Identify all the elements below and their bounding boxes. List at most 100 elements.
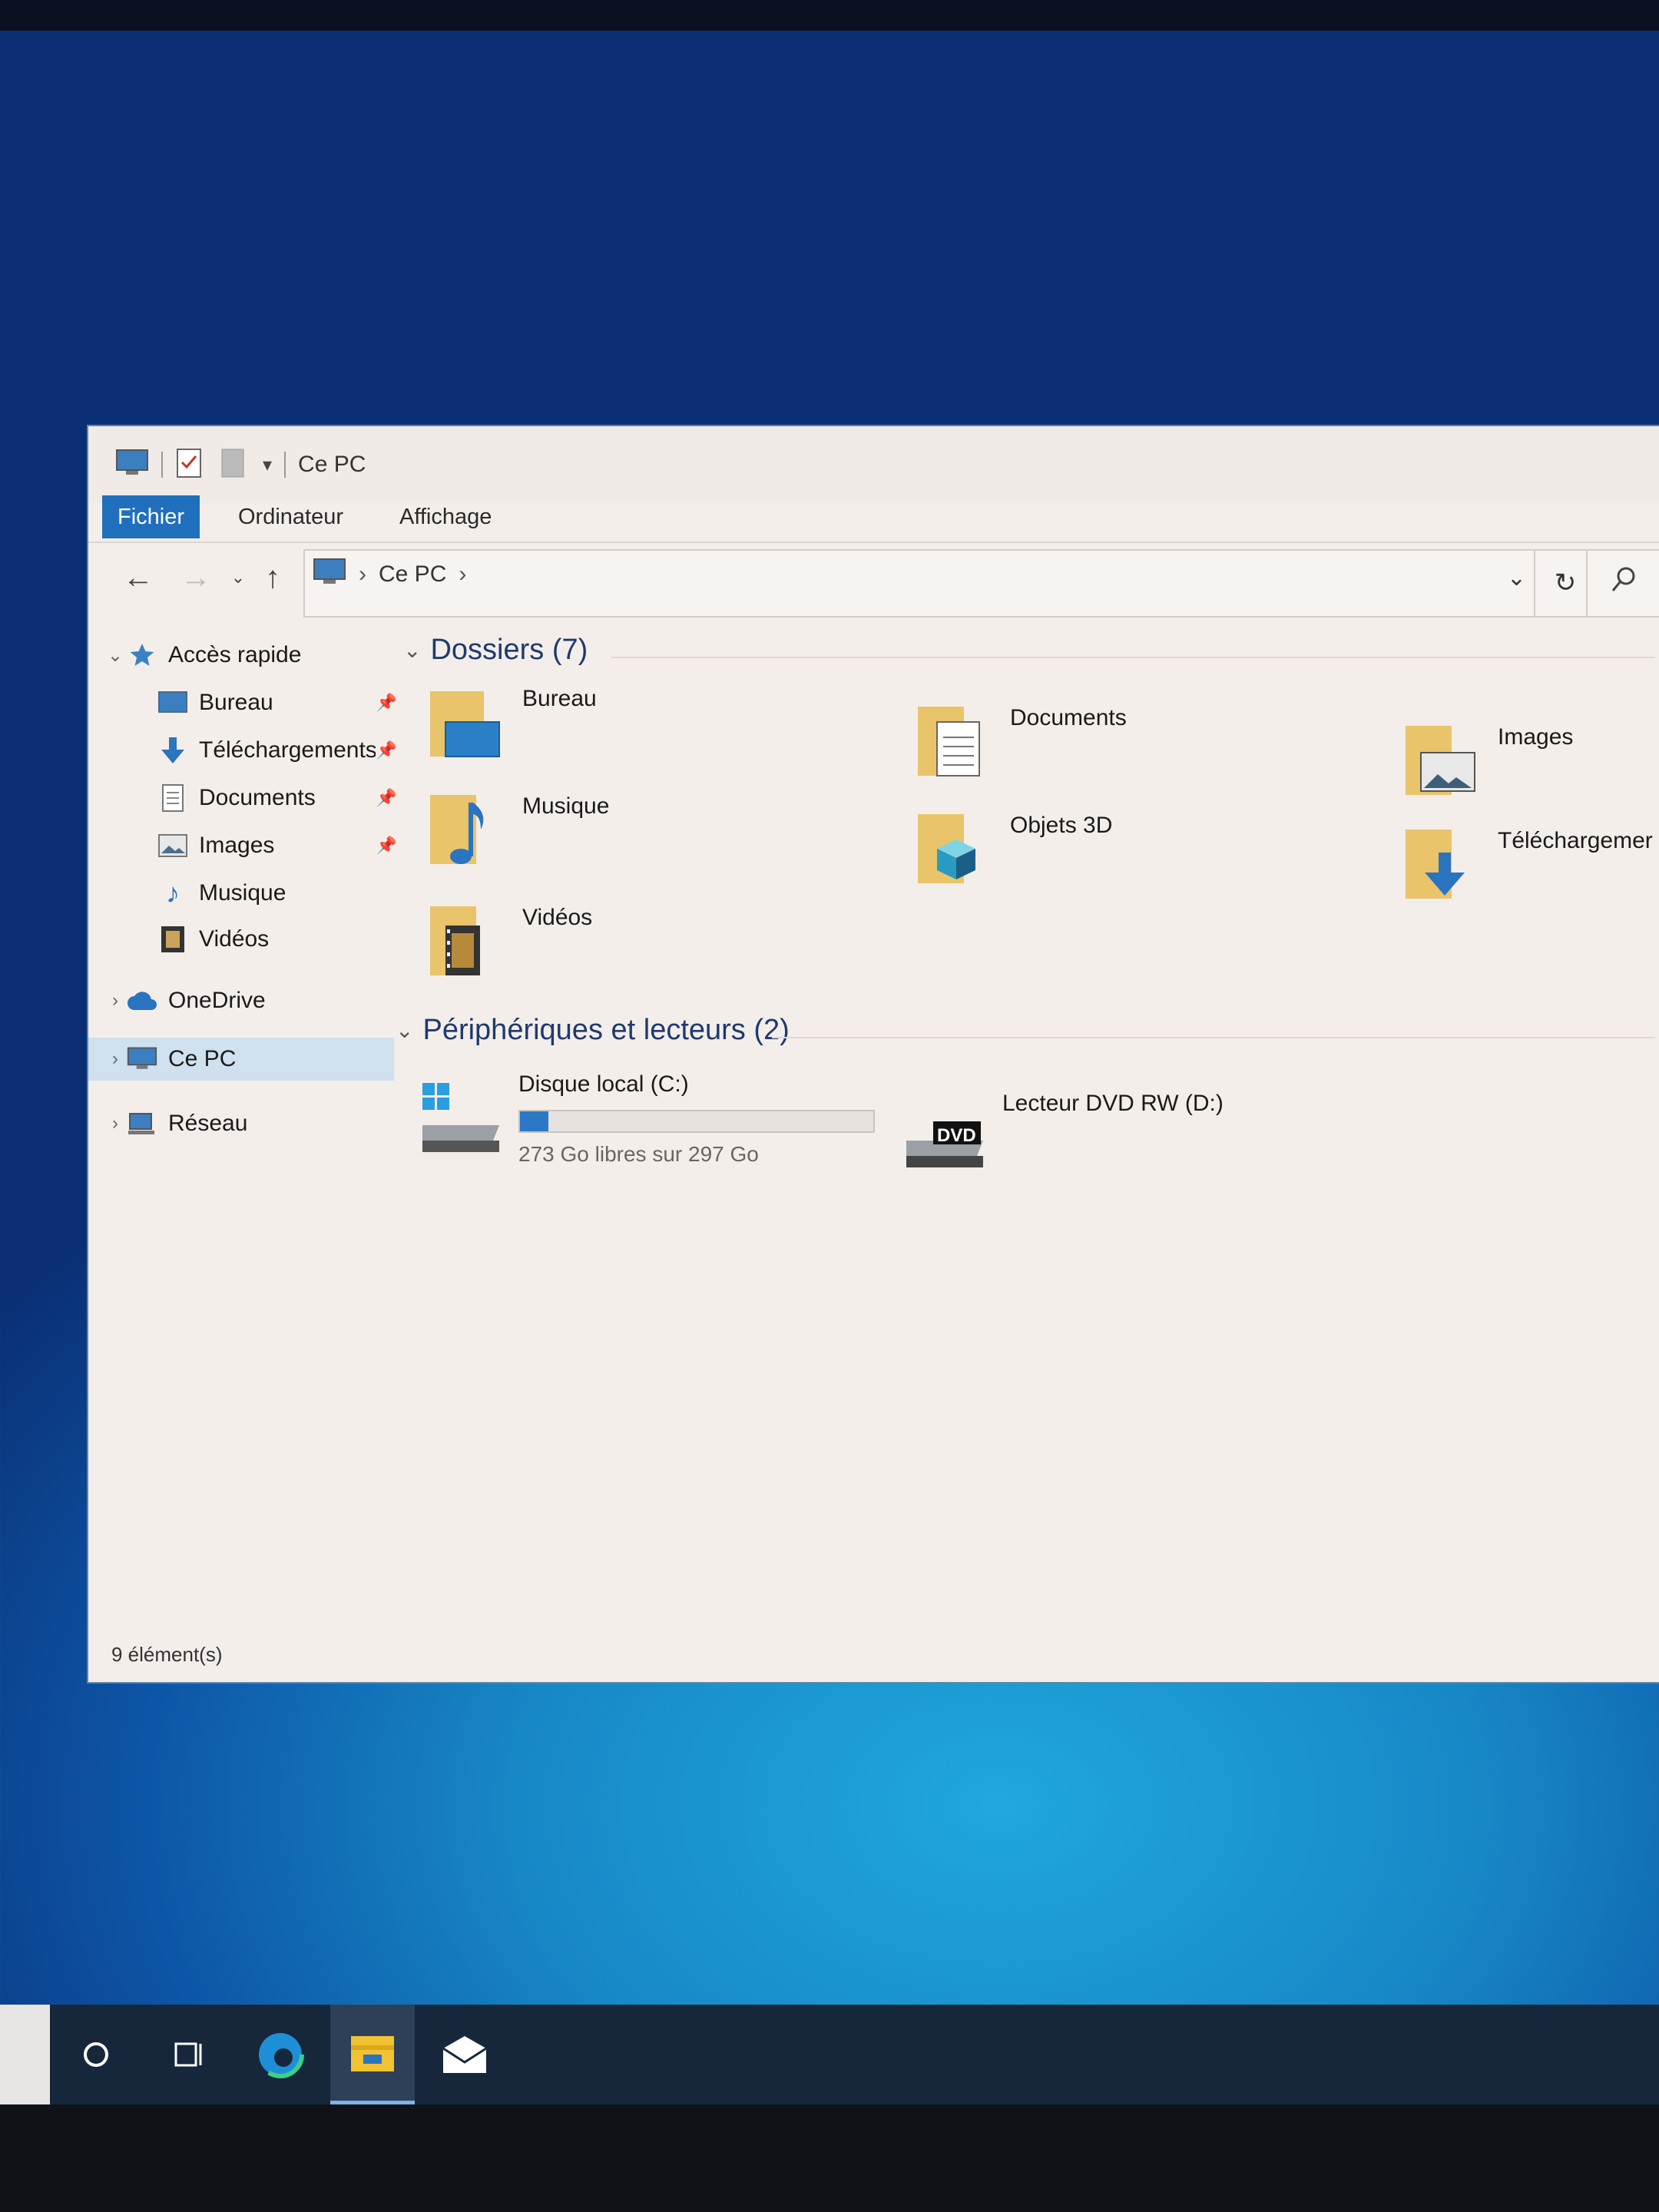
folder-objets-3d[interactable]: Objets 3D <box>914 806 1313 914</box>
search-circle-icon[interactable] <box>54 2005 138 2104</box>
tab-fichier[interactable]: Fichier <box>102 495 200 538</box>
sidebar-item-label: Accès rapide <box>168 642 302 667</box>
sidebar-item-bureau[interactable]: Bureau 📌 <box>157 681 397 724</box>
address-bar[interactable]: › Ce PC › ⌄ ↻ <box>303 549 1597 618</box>
drive-disque-local-c[interactable]: Disque local (C:) 273 Go libres sur 297 … <box>419 1071 879 1179</box>
collapsed-chevron-icon[interactable]: › <box>104 1048 127 1070</box>
folder-label: Musique <box>522 793 610 819</box>
back-arrow-icon[interactable]: ← <box>119 558 157 597</box>
window-title: Ce PC <box>298 452 366 477</box>
downloads-folder-icon <box>1402 822 1486 906</box>
monitor-bezel-bottom <box>0 2104 1659 2212</box>
forward-arrow-icon[interactable]: → <box>177 558 215 597</box>
address-computer-icon <box>313 557 346 591</box>
sidebar-item-acces-rapide[interactable]: ⌄ Accès rapide <box>104 634 302 677</box>
3d-objects-folder-icon <box>914 806 998 891</box>
properties-icon[interactable] <box>175 447 203 483</box>
group-header-dossiers[interactable]: ⌄ Dossiers (7) <box>403 634 588 667</box>
desktop-icon <box>157 687 188 718</box>
sidebar-item-label: Images <box>199 833 275 858</box>
start-button[interactable] <box>0 2005 50 2104</box>
download-icon <box>157 735 188 766</box>
mail-icon[interactable] <box>422 2005 507 2104</box>
breadcrumb-separator[interactable]: › <box>359 561 366 588</box>
picture-icon <box>157 830 188 861</box>
group-header-label: Dossiers (7) <box>430 634 588 666</box>
file-explorer-icon[interactable] <box>330 2005 415 2104</box>
folder-label: Téléchargemer <box>1498 828 1653 853</box>
pin-icon[interactable]: 📌 <box>376 740 397 760</box>
folder-label: Objets 3D <box>1010 813 1113 838</box>
folder-label: Bureau <box>522 686 597 711</box>
tab-affichage[interactable]: Affichage <box>384 495 507 538</box>
group-collapse-chevron-icon[interactable]: ⌄ <box>396 1018 413 1043</box>
sidebar-item-videos[interactable]: Vidéos <box>157 918 269 961</box>
collapsed-chevron-icon[interactable]: › <box>104 990 127 1012</box>
search-input[interactable] <box>1586 549 1659 618</box>
new-folder-icon[interactable] <box>220 447 246 483</box>
breadcrumb-ce-pc[interactable]: Ce PC <box>379 561 446 588</box>
sidebar-item-label: Musique <box>199 880 286 906</box>
folder-label: Vidéos <box>522 905 593 930</box>
search-icon <box>1611 565 1638 599</box>
music-folder-icon <box>426 787 511 872</box>
sidebar-item-reseau[interactable]: › Réseau <box>104 1102 247 1145</box>
drive-label: Lecteur DVD RW (D:) <box>1002 1091 1224 1116</box>
taskbar <box>0 2005 1659 2104</box>
sidebar-item-telechargements[interactable]: Téléchargements 📌 <box>157 729 397 772</box>
drive-free-space: 273 Go libres sur 297 Go <box>518 1142 759 1166</box>
sidebar-item-label: Téléchargements <box>199 737 376 763</box>
folder-label: Documents <box>1010 705 1127 730</box>
breadcrumb-separator-end[interactable]: › <box>459 561 466 588</box>
pin-icon[interactable]: 📌 <box>376 836 397 856</box>
navigation-bar: ← → ⌄ ↑ › Ce PC › ⌄ ↻ <box>88 541 1659 626</box>
folder-videos[interactable]: Vidéos <box>426 899 826 1006</box>
group-collapse-chevron-icon[interactable]: ⌄ <box>403 637 421 663</box>
folder-musique[interactable]: Musique <box>426 787 826 895</box>
folder-label: Images <box>1498 724 1574 750</box>
title-bar: ▾ Ce PC <box>88 426 1659 503</box>
task-view-icon[interactable] <box>146 2005 230 2104</box>
folder-documents[interactable]: Documents <box>914 699 1313 806</box>
sidebar-item-label: Bureau <box>199 690 273 715</box>
sidebar-item-onedrive[interactable]: › OneDrive <box>104 979 266 1022</box>
sidebar-item-label: Vidéos <box>199 926 270 952</box>
star-icon <box>127 640 157 671</box>
expanded-chevron-icon[interactable]: ⌄ <box>104 644 127 667</box>
group-header-label: Périphériques et lecteurs (2) <box>422 1014 790 1046</box>
sidebar-item-documents[interactable]: Documents 📌 <box>157 777 397 820</box>
folder-telechargements[interactable]: Téléchargemer <box>1402 822 1659 929</box>
recent-locations-chevron-icon[interactable]: ⌄ <box>219 558 257 597</box>
customize-toolbar-icon[interactable]: ▾ <box>263 454 272 476</box>
drive-usage-fill <box>520 1111 548 1131</box>
group-header-peripheriques[interactable]: ⌄ Périphériques et lecteurs (2) <box>396 1014 790 1047</box>
ribbon: Fichier Ordinateur Affichage <box>88 495 1659 543</box>
folder-images[interactable]: Images <box>1402 718 1659 826</box>
sidebar-item-ce-pc[interactable]: › Ce PC <box>88 1038 394 1081</box>
pin-icon[interactable]: 📌 <box>376 788 397 808</box>
collapsed-chevron-icon[interactable]: › <box>104 1113 127 1134</box>
pin-icon[interactable]: 📌 <box>376 693 397 713</box>
music-icon: ♪ <box>166 877 180 909</box>
document-icon <box>157 783 188 813</box>
sidebar-item-label: Documents <box>199 785 316 810</box>
sidebar-item-label: Réseau <box>168 1111 248 1136</box>
documents-folder-icon <box>914 699 998 783</box>
edge-icon[interactable] <box>238 2005 323 2104</box>
sidebar-item-musique[interactable]: ♪ Musique <box>157 872 286 915</box>
dvd-badge: DVD <box>937 1125 976 1146</box>
file-explorer-window: ▾ Ce PC Fichier Ordinateur Affichage ← →… <box>88 426 1659 1682</box>
drive-lecteur-dvd-d[interactable]: DVD Lecteur DVD RW (D:) <box>902 1091 1363 1198</box>
up-arrow-icon[interactable]: ↑ <box>253 558 292 597</box>
address-history-chevron-icon[interactable]: ⌄ <box>1507 565 1526 591</box>
computer-icon <box>115 448 149 482</box>
cloud-icon <box>127 985 157 1016</box>
sidebar-item-images[interactable]: Images 📌 <box>157 824 397 867</box>
drive-usage-bar <box>518 1110 875 1133</box>
status-bar-item-count: 9 élément(s) <box>111 1643 223 1666</box>
monitor-bezel-top <box>0 0 1659 31</box>
quick-access-toolbar: ▾ Ce PC <box>115 445 366 484</box>
hard-drive-icon <box>419 1079 507 1160</box>
folder-bureau[interactable]: Bureau <box>426 680 826 787</box>
tab-ordinateur[interactable]: Ordinateur <box>223 495 359 538</box>
